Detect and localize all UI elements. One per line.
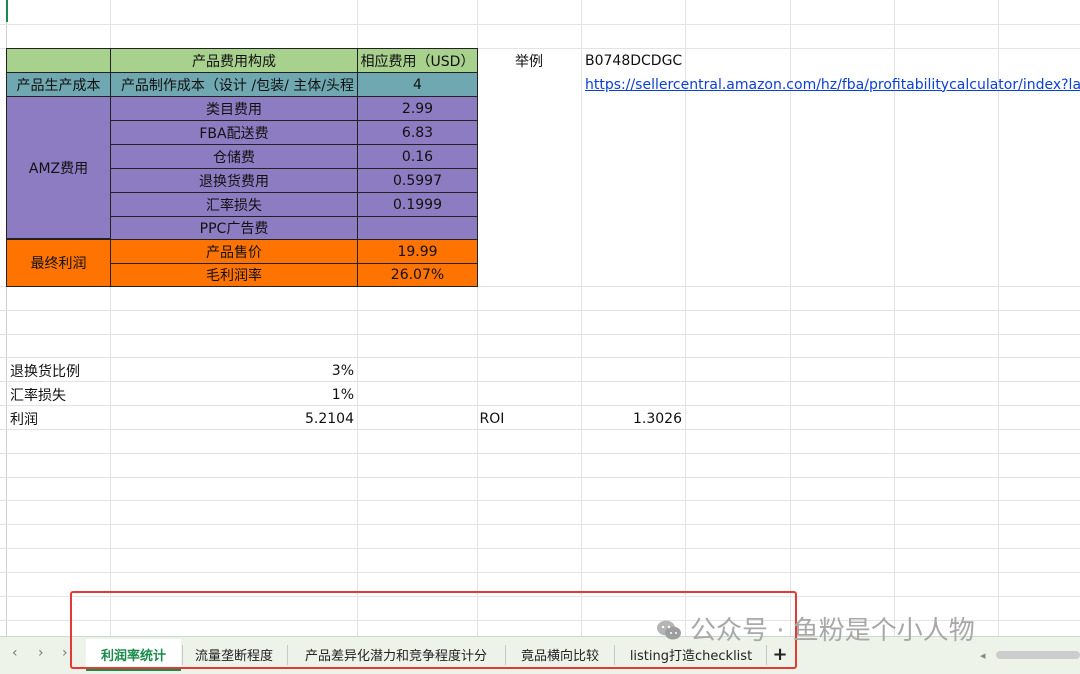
roi-label[interactable]: ROI <box>462 407 522 431</box>
scroll-left-icon[interactable]: ◂ <box>980 649 986 662</box>
example-asin[interactable]: B0748DCDGC <box>581 48 881 73</box>
value-fba-fee[interactable]: 6.83 <box>357 120 478 145</box>
value-production-cost[interactable]: 4 <box>357 72 478 97</box>
category-final-profit[interactable]: 最终利润 <box>6 239 111 287</box>
category-amz-fees[interactable]: AMZ费用 <box>6 96 111 239</box>
fx-loss-value[interactable]: 1% <box>237 383 358 407</box>
value-category-fee[interactable]: 2.99 <box>357 96 478 121</box>
item-fx-loss[interactable]: 汇率损失 <box>110 192 358 217</box>
spreadsheet-grid[interactable]: 产品费用构成 相应费用（USD） 产品生产成本 产品制作成本（设计 /包装/ 主… <box>0 0 1080 636</box>
fx-loss-label[interactable]: 汇率损失 <box>6 383 156 407</box>
horizontal-scrollbar[interactable] <box>996 651 1080 659</box>
profit-label[interactable]: 利润 <box>6 407 156 431</box>
item-ppc-fee[interactable]: PPC广告费 <box>110 216 358 240</box>
profit-value[interactable]: 5.2104 <box>237 407 358 431</box>
watermark: 公众号 · 鱼粉是个小人物 <box>656 610 975 647</box>
header-cost-usd[interactable]: 相应费用（USD） <box>357 48 478 73</box>
item-storage-fee[interactable]: 仓储费 <box>110 144 358 169</box>
prev-sheet-icon[interactable]: › <box>38 645 44 661</box>
value-fx-loss[interactable]: 0.1999 <box>357 192 478 217</box>
roi-value[interactable]: 1.3026 <box>581 407 686 431</box>
item-gross-margin[interactable]: 毛利润率 <box>110 263 358 287</box>
first-sheet-icon[interactable]: ‹ <box>12 645 18 661</box>
value-return-fee[interactable]: 0.5997 <box>357 168 478 193</box>
header-cost-composition[interactable]: 产品费用构成 <box>110 48 358 73</box>
category-production-cost[interactable]: 产品生产成本 <box>6 72 111 97</box>
value-selling-price[interactable]: 19.99 <box>357 239 478 264</box>
example-label[interactable]: 举例 <box>477 48 581 73</box>
value-gross-margin[interactable]: 26.07% <box>357 263 478 287</box>
calculator-link[interactable]: https://sellercentral.amazon.com/hz/fba/… <box>581 72 1080 97</box>
return-ratio-label[interactable]: 退换货比例 <box>6 359 156 383</box>
watermark-text: 公众号 · 鱼粉是个小人物 <box>690 616 975 646</box>
return-ratio-value[interactable]: 3% <box>237 359 358 383</box>
next-sheet-icon[interactable]: › <box>62 645 68 661</box>
item-fba-fee[interactable]: FBA配送费 <box>110 120 358 145</box>
item-selling-price[interactable]: 产品售价 <box>110 239 358 264</box>
header-blank-cell[interactable] <box>6 48 111 73</box>
value-storage-fee[interactable]: 0.16 <box>357 144 478 169</box>
item-category-fee[interactable]: 类目费用 <box>110 96 358 121</box>
wechat-icon <box>656 618 682 640</box>
value-ppc-fee[interactable] <box>357 216 478 240</box>
item-return-fee[interactable]: 退换货费用 <box>110 168 358 193</box>
item-production-cost[interactable]: 产品制作成本（设计 /包装/ 主体/头程 <box>110 72 358 97</box>
